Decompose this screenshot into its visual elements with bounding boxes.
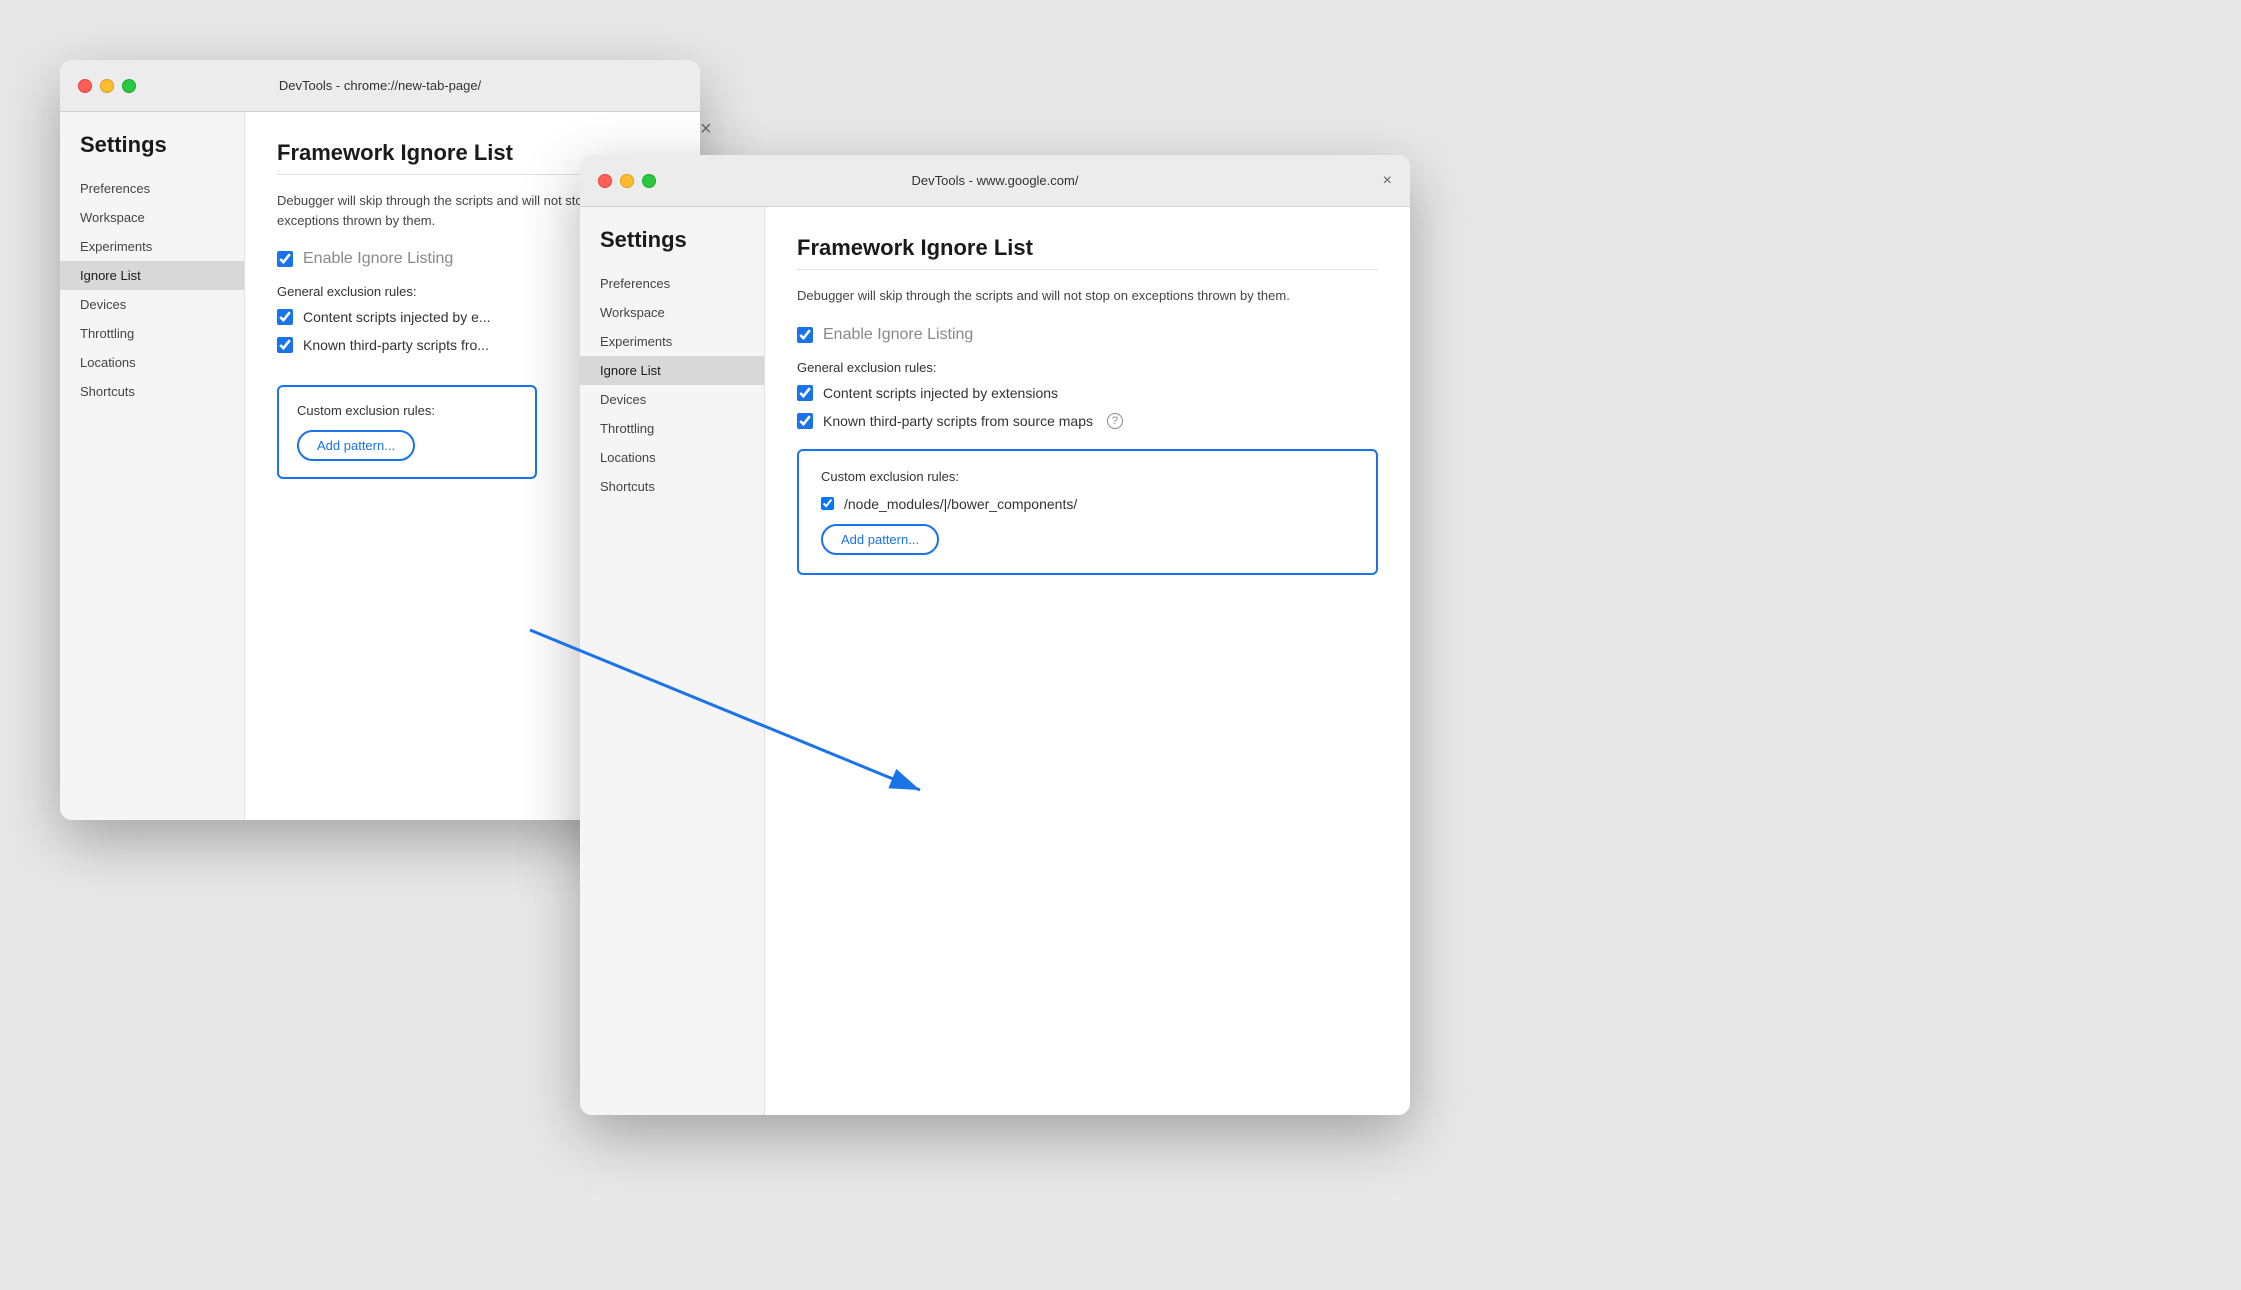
maximize-traffic-light-2[interactable]	[642, 174, 656, 188]
main-content-2: Framework Ignore List Debugger will skip…	[765, 207, 1410, 1115]
content-scripts-label-2: Content scripts injected by extensions	[823, 385, 1058, 401]
sidebar-item-locations-2[interactable]: Locations	[580, 443, 764, 472]
sidebar-title-2: Settings	[580, 227, 764, 269]
section-desc-2: Debugger will skip through the scripts a…	[797, 286, 1378, 306]
help-icon-2: ?	[1107, 413, 1123, 429]
sidebar-item-throttling-2[interactable]: Throttling	[580, 414, 764, 443]
sidebar-title-1: Settings	[60, 132, 244, 174]
window-title-2: DevTools - www.google.com/	[912, 173, 1079, 188]
add-pattern-button-2[interactable]: Add pattern...	[821, 524, 939, 555]
third-party-scripts-checkbox-2[interactable]	[797, 413, 813, 429]
minimize-traffic-light[interactable]	[100, 79, 114, 93]
add-pattern-button-1[interactable]: Add pattern...	[297, 430, 415, 461]
sidebar-1: Settings Preferences Workspace Experimen…	[60, 112, 245, 820]
devtools-window-2: DevTools - www.google.com/ × Settings Pr…	[580, 155, 1410, 1115]
section-title-2: Framework Ignore List	[797, 235, 1378, 261]
close-button-1[interactable]: ×	[700, 118, 712, 141]
sidebar-item-experiments-1[interactable]: Experiments	[60, 232, 244, 261]
traffic-lights-1	[78, 79, 136, 93]
titlebar-1: DevTools - chrome://new-tab-page/	[60, 60, 700, 112]
content-scripts-checkbox-2[interactable]	[797, 385, 813, 401]
sidebar-2: Settings Preferences Workspace Experimen…	[580, 207, 765, 1115]
enable-ignore-listing-checkbox-2[interactable]	[797, 327, 813, 343]
sidebar-item-ignorelist-1[interactable]: Ignore List	[60, 261, 244, 290]
minimize-traffic-light-2[interactable]	[620, 174, 634, 188]
devtools-content-2: Settings Preferences Workspace Experimen…	[580, 207, 1410, 1115]
third-party-scripts-label-2: Known third-party scripts from source ma…	[823, 413, 1093, 429]
titlebar-2: DevTools - www.google.com/ ×	[580, 155, 1410, 207]
sidebar-item-shortcuts-1[interactable]: Shortcuts	[60, 377, 244, 406]
sidebar-item-shortcuts-2[interactable]: Shortcuts	[580, 472, 764, 501]
content-scripts-checkbox-1[interactable]	[277, 309, 293, 325]
sidebar-item-ignorelist-2[interactable]: Ignore List	[580, 356, 764, 385]
close-traffic-light[interactable]	[78, 79, 92, 93]
window-title-1: DevTools - chrome://new-tab-page/	[279, 78, 481, 93]
enable-ignore-listing-checkbox-1[interactable]	[277, 251, 293, 267]
third-party-scripts-label-1: Known third-party scripts fro...	[303, 337, 489, 353]
custom-exclusion-value-2: /node_modules/|/bower_components/	[844, 496, 1077, 512]
sidebar-item-experiments-2[interactable]: Experiments	[580, 327, 764, 356]
content-scripts-row-2: Content scripts injected by extensions	[797, 385, 1378, 401]
sidebar-item-preferences-1[interactable]: Preferences	[60, 174, 244, 203]
enable-ignore-listing-label-2: Enable Ignore Listing	[823, 326, 973, 344]
content-scripts-label-1: Content scripts injected by e...	[303, 309, 491, 325]
traffic-lights-2	[598, 174, 656, 188]
third-party-scripts-checkbox-1[interactable]	[277, 337, 293, 353]
custom-exclusion-box-1: Custom exclusion rules: Add pattern...	[277, 385, 537, 479]
enable-ignore-listing-row-2: Enable Ignore Listing	[797, 326, 1378, 344]
enable-ignore-listing-label-1: Enable Ignore Listing	[303, 250, 453, 268]
close-button-2[interactable]: ×	[1383, 173, 1392, 189]
sidebar-item-devices-2[interactable]: Devices	[580, 385, 764, 414]
sidebar-item-workspace-1[interactable]: Workspace	[60, 203, 244, 232]
third-party-scripts-row-2: Known third-party scripts from source ma…	[797, 413, 1378, 429]
section-divider-2	[797, 269, 1378, 270]
custom-exclusion-box-2: Custom exclusion rules: /node_modules/|/…	[797, 449, 1378, 575]
sidebar-item-devices-1[interactable]: Devices	[60, 290, 244, 319]
maximize-traffic-light[interactable]	[122, 79, 136, 93]
custom-exclusion-title-2: Custom exclusion rules:	[821, 469, 1354, 484]
custom-exclusion-item-2: /node_modules/|/bower_components/	[821, 496, 1354, 512]
sidebar-item-throttling-1[interactable]: Throttling	[60, 319, 244, 348]
custom-exclusion-checkbox-2[interactable]	[821, 497, 834, 510]
sidebar-item-locations-1[interactable]: Locations	[60, 348, 244, 377]
general-exclusion-title-2: General exclusion rules:	[797, 360, 1378, 375]
close-traffic-light-2[interactable]	[598, 174, 612, 188]
sidebar-item-preferences-2[interactable]: Preferences	[580, 269, 764, 298]
custom-exclusion-title-1: Custom exclusion rules:	[297, 403, 517, 418]
sidebar-item-workspace-2[interactable]: Workspace	[580, 298, 764, 327]
